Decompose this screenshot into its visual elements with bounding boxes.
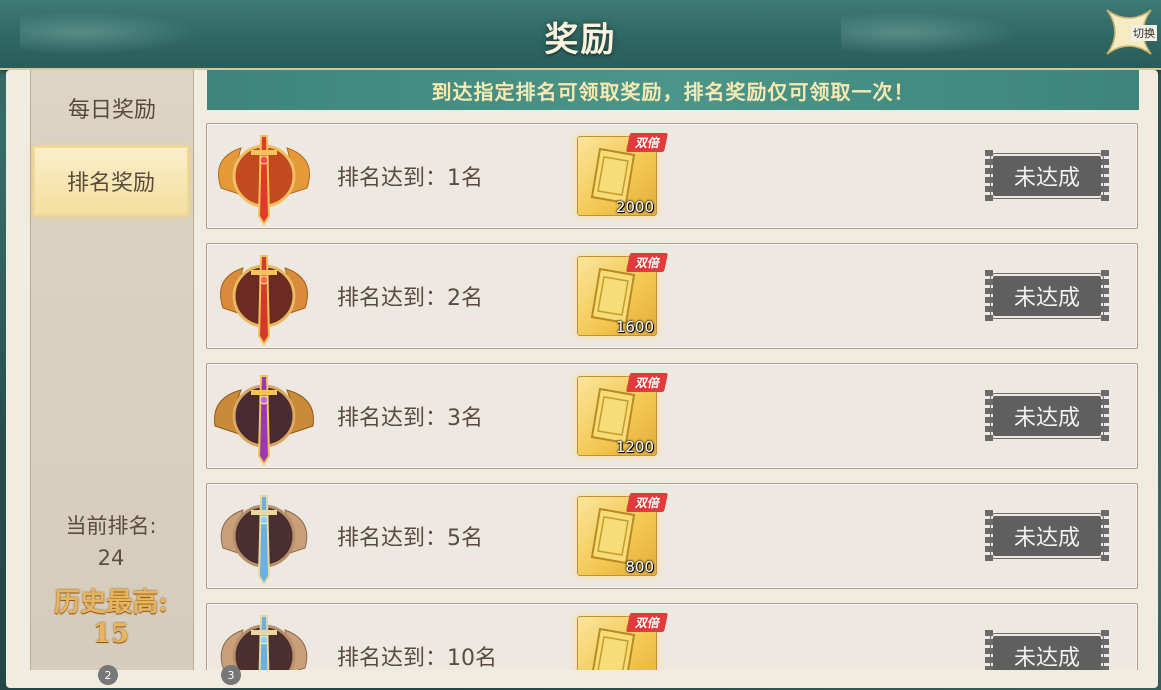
current-rank-value: 24 bbox=[97, 546, 125, 570]
reward-item[interactable]: 双倍 1200 bbox=[577, 373, 669, 456]
status-button[interactable]: 未达成 bbox=[985, 510, 1109, 562]
reward-item[interactable]: 双倍 800 bbox=[577, 493, 669, 576]
double-tag: 双倍 bbox=[625, 373, 669, 392]
info-banner: 到达指定排名可领取奖励，排名奖励仅可领取一次！ bbox=[207, 70, 1139, 110]
crown-sword-purple-icon bbox=[214, 375, 314, 466]
switch-button[interactable]: 切换 bbox=[1101, 4, 1157, 60]
list-item: 排名达到：3名 双倍 1200 未达成 bbox=[206, 363, 1138, 469]
page-number: 2 bbox=[104, 668, 112, 682]
reward-amount: 1600 bbox=[615, 318, 654, 336]
status-button[interactable]: 未达成 bbox=[985, 630, 1109, 670]
reward-amount: 1200 bbox=[615, 438, 654, 456]
double-tag: 双倍 bbox=[625, 253, 669, 272]
crown-sword-blue-icon bbox=[220, 495, 308, 586]
rank-requirement: 排名达到：3名 bbox=[337, 406, 483, 431]
reward-amount: 2000 bbox=[615, 198, 654, 216]
tab-daily-reward[interactable]: 每日奖励 bbox=[31, 72, 193, 144]
history-best-value: 15 bbox=[92, 619, 130, 649]
status-button[interactable]: 未达成 bbox=[985, 390, 1109, 442]
status-label: 未达成 bbox=[1013, 646, 1080, 670]
history-best-label: 历史最高: bbox=[54, 588, 168, 618]
rank-requirement: 排名达到：10名 bbox=[337, 646, 497, 670]
page-number: 3 bbox=[227, 668, 235, 682]
rank-requirement: 排名达到：2名 bbox=[337, 286, 483, 311]
status-button[interactable]: 未达成 bbox=[985, 270, 1109, 322]
tab-rank-reward[interactable]: 排名奖励 bbox=[33, 146, 189, 216]
reward-amount: 800 bbox=[625, 558, 654, 576]
status-label: 未达成 bbox=[1013, 526, 1080, 551]
list-item: 排名达到：1名 双倍 2000 未达成 bbox=[206, 123, 1138, 229]
double-tag: 双倍 bbox=[625, 493, 669, 512]
status-button[interactable]: 未达成 bbox=[985, 150, 1109, 202]
page-indicator[interactable]: 2 bbox=[98, 665, 118, 685]
list-item: 排名达到：10名 双倍 未达成 bbox=[206, 603, 1138, 670]
crown-sword-red-icon bbox=[220, 255, 308, 346]
double-tag: 双倍 bbox=[625, 613, 669, 632]
page-indicator[interactable]: 3 bbox=[221, 665, 241, 685]
current-rank-label: 当前排名: bbox=[65, 514, 157, 538]
reward-item[interactable]: 双倍 bbox=[577, 613, 669, 670]
reward-item[interactable]: 双倍 1600 bbox=[577, 253, 669, 336]
crown-sword-gold-icon bbox=[218, 135, 310, 226]
page-title: 奖励 bbox=[544, 20, 617, 60]
list-item: 排名达到：5名 双倍 800 未达成 bbox=[206, 483, 1138, 589]
rank-info: 当前排名: 24 历史最高: 15 bbox=[30, 510, 192, 649]
tab-label: 排名奖励 bbox=[66, 171, 155, 196]
banner-text: 到达指定排名可领取奖励，排名奖励仅可领取一次！ bbox=[431, 79, 915, 104]
status-label: 未达成 bbox=[1013, 406, 1080, 431]
list-item: 排名达到：2名 双倍 1600 未达成 bbox=[206, 243, 1138, 349]
double-tag: 双倍 bbox=[625, 133, 669, 152]
switch-label: 切换 bbox=[1131, 25, 1157, 41]
tab-label: 每日奖励 bbox=[67, 98, 156, 123]
reward-item[interactable]: 双倍 2000 bbox=[577, 133, 669, 216]
crown-sword-blue-icon bbox=[220, 615, 308, 670]
status-label: 未达成 bbox=[1013, 286, 1080, 311]
status-label: 未达成 bbox=[1013, 166, 1080, 191]
rank-requirement: 排名达到：5名 bbox=[337, 526, 483, 551]
header-bar: 奖励 切换 bbox=[0, 0, 1161, 70]
reward-list[interactable]: 排名达到：1名 双倍 2000 未达成 排名达到：2名 双倍 1600 未达成 … bbox=[206, 123, 1138, 670]
rank-requirement: 排名达到：1名 bbox=[337, 166, 483, 191]
